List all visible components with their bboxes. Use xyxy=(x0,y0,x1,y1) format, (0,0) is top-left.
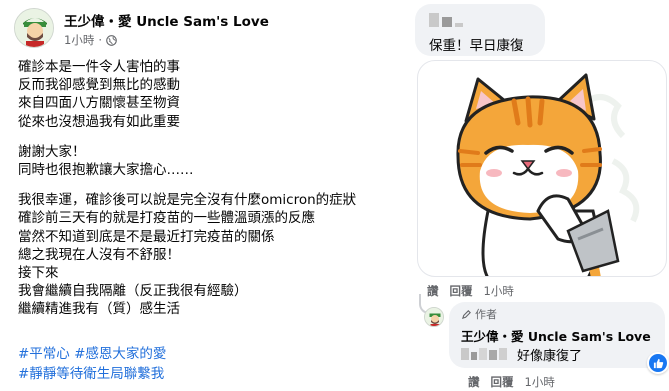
post-time[interactable]: 1小時 xyxy=(64,32,94,48)
post-line: 我會繼續自我隔離（反正我很有經驗） xyxy=(18,283,248,300)
reply-actions: 讚 回覆 1小時 xyxy=(468,374,555,390)
hashtags: #平常心 #感恩大家的愛 #靜靜等待衛生局聯繫我 xyxy=(18,344,166,384)
post-line: 繼續精進我有（質）感生活 xyxy=(18,301,180,318)
post-author-name[interactable]: 王少偉・愛 Uncle Sam's Love xyxy=(64,10,269,30)
cat-sticker-image[interactable] xyxy=(417,60,667,277)
post: 王少偉・愛 Uncle Sam's Love 1小時 · 確診本是一件令人害怕的… xyxy=(0,0,405,391)
post-line: 來自四面八方關懷甚至物資 xyxy=(18,95,180,112)
post-line: 同時也很抱歉讓大家擔心…… xyxy=(18,162,194,179)
blurred-mention xyxy=(461,346,509,362)
post-line: 確診前三天有的就是打疫苗的一些體溫頭漲的反應 xyxy=(18,210,315,227)
reply-author-name[interactable]: 王少偉・愛 Uncle Sam's Love xyxy=(461,326,651,345)
comment-text: 保重！早日康復 xyxy=(429,38,524,54)
comments-panel: 保重！早日康復 讚 回覆 1小時 作者 王少偉・愛 Uncle Sam's Lo… xyxy=(405,0,669,391)
pen-icon xyxy=(461,309,471,319)
author-badge-label: 作者 xyxy=(475,308,497,321)
reply-text: 好像康復了 xyxy=(517,349,583,364)
post-line: 確診本是一件令人害怕的事 xyxy=(18,59,180,75)
post-line: 從來也沒想過我有如此重要 xyxy=(18,113,180,130)
comment-actions: 讚 回覆 1小時 xyxy=(427,283,514,299)
post-body: 確診本是一件令人害怕的事 反而我卻感覺到無比的感動 來自四面八方關懷甚至物資 從… xyxy=(18,58,403,319)
comment-bubble: 保重！早日康復 xyxy=(415,4,545,56)
reply-bubble: 作者 王少偉・愛 Uncle Sam's Love 好像康復了 xyxy=(449,302,669,374)
like-icon xyxy=(653,358,663,368)
globe-icon[interactable] xyxy=(106,34,117,46)
post-line: 當然不知道到底是不是最近打完疫苗的關係 xyxy=(18,228,275,245)
author-badge: 作者 xyxy=(461,306,497,322)
reply-link[interactable]: 回覆 xyxy=(491,374,514,390)
post-line: 我很幸運，確診後可以說是完全沒有什麼omicron的症狀 xyxy=(18,192,357,209)
like-link[interactable]: 讚 xyxy=(468,374,480,390)
reply-author-avatar[interactable] xyxy=(424,307,444,327)
post-line: 接下來 xyxy=(18,265,59,282)
reply-time[interactable]: 1小時 xyxy=(525,374,555,390)
post-line: 反而我卻感覺到無比的感動 xyxy=(18,77,180,94)
post-line: 總之我現在人沒有不舒服！ xyxy=(18,246,180,263)
reply-link[interactable]: 回覆 xyxy=(450,283,473,299)
author-avatar[interactable] xyxy=(14,8,54,48)
post-meta: 1小時 · xyxy=(64,32,117,48)
reaction-badge[interactable] xyxy=(647,352,669,374)
post-line: 謝謝大家！ xyxy=(18,143,86,160)
hashtag-line[interactable]: #平常心 #感恩大家的愛 xyxy=(18,344,166,364)
hashtag-line[interactable]: #靜靜等待衛生局聯繫我 xyxy=(18,364,166,384)
comment-time[interactable]: 1小時 xyxy=(484,283,514,299)
blurred-commenter-name xyxy=(429,12,469,28)
